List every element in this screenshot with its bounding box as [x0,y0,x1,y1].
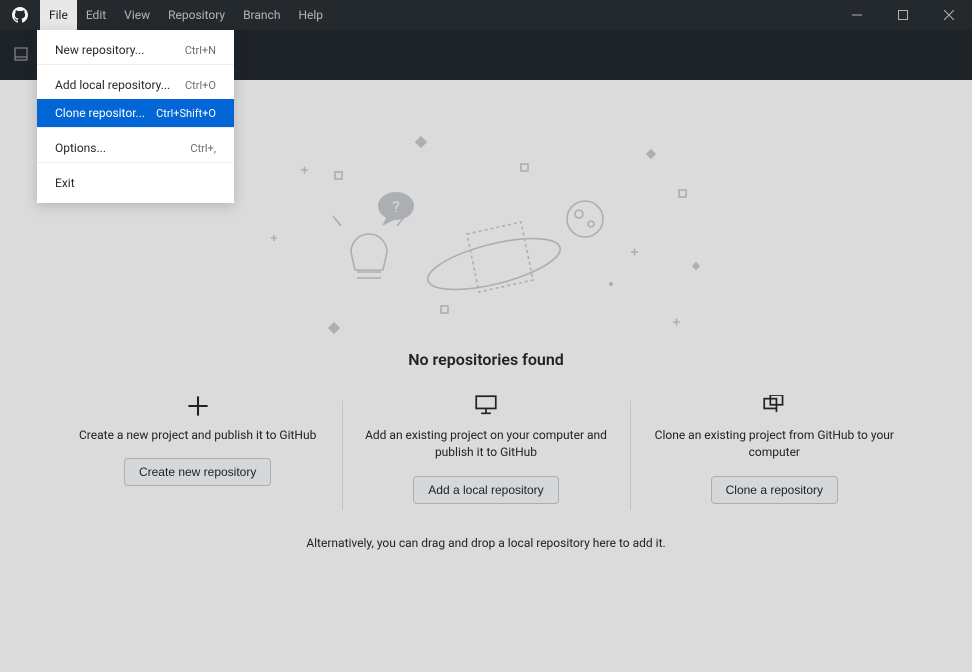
menu-item-label: Options... [55,141,180,155]
file-dropdown: New repository... Ctrl+N Add local repos… [37,30,234,203]
minimize-button[interactable] [834,0,880,30]
menu-edit[interactable]: Edit [77,0,115,30]
menu-item-label: Clone repositor... [55,106,146,120]
menu-help[interactable]: Help [289,0,332,30]
menu-exit[interactable]: Exit [37,169,234,197]
menu-item-shortcut: Ctrl+Shift+O [146,107,216,120]
menu-view[interactable]: View [115,0,159,30]
menu-item-label: Add local repository... [55,78,175,92]
menu-file[interactable]: File [40,0,77,30]
menu-clone-repository[interactable]: Clone repositor... Ctrl+Shift+O [37,99,234,127]
menu-repository[interactable]: Repository [159,0,234,30]
menu-add-local-repository[interactable]: Add local repository... Ctrl+O [37,71,234,99]
maximize-button[interactable] [880,0,926,30]
titlebar: File Edit View Repository Branch Help [0,0,972,30]
window-controls [834,0,972,30]
menu-item-label: New repository... [55,43,175,57]
menu-item-shortcut: Ctrl+, [180,142,216,155]
github-logo-icon [12,7,28,23]
menu-item-shortcut: Ctrl+O [175,79,216,92]
menu-item-shortcut: Ctrl+N [175,44,216,57]
menu-branch[interactable]: Branch [234,0,289,30]
menu-item-label: Exit [55,176,216,190]
close-button[interactable] [926,0,972,30]
menu-options[interactable]: Options... Ctrl+, [37,134,234,162]
menu-bar: File Edit View Repository Branch Help [40,0,332,30]
menu-new-repository[interactable]: New repository... Ctrl+N [37,36,234,64]
